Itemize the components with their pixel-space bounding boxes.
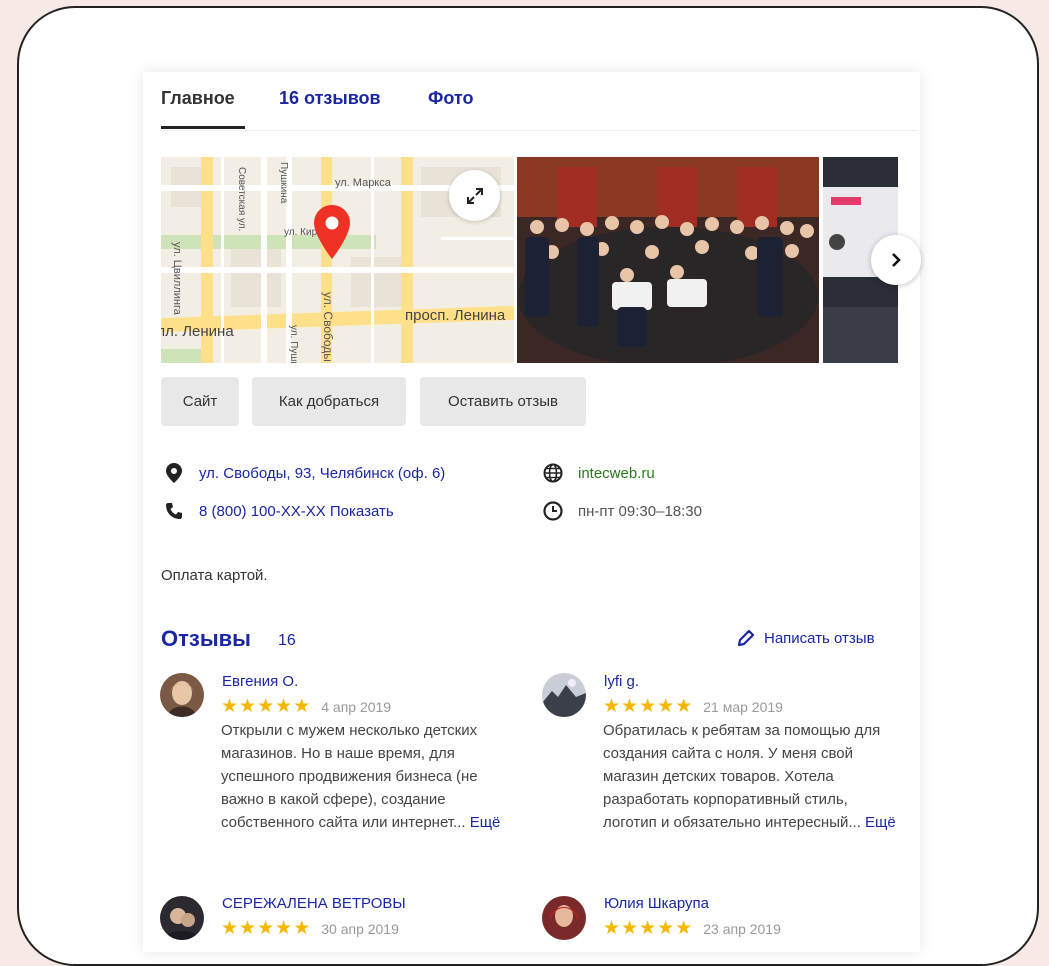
write-review-label: Написать отзыв: [764, 629, 875, 647]
address-link[interactable]: ул. Свободы, 93, Челябинск (оф. 6): [199, 465, 445, 482]
phone-icon: [163, 500, 185, 522]
tab-main[interactable]: Главное: [161, 88, 235, 109]
street-label: пл. Ленина: [161, 323, 234, 340]
street-label: Пушкина: [278, 162, 289, 204]
route-button[interactable]: Как добраться: [252, 377, 406, 426]
star-icon: ★: [657, 696, 675, 717]
review-date: 23 апр 2019: [703, 920, 781, 937]
star-icon: ★: [257, 696, 275, 717]
reviews-count: 16: [278, 632, 296, 649]
payment-info: Оплата картой.: [161, 567, 268, 584]
star-icon: ★: [293, 696, 311, 717]
review-rating: ★ ★ ★ ★ ★ 4 апр 2019: [221, 697, 391, 716]
address-row: ул. Свободы, 93, Челябинск (оф. 6): [163, 462, 445, 484]
star-icon: ★: [675, 918, 693, 939]
expand-map-button[interactable]: [449, 170, 500, 221]
star-icon: ★: [657, 918, 675, 939]
working-hours: пн-пт 09:30–18:30: [578, 502, 702, 520]
write-review-button[interactable]: Написать отзыв: [736, 628, 875, 648]
review-rating: ★ ★ ★ ★ ★ 23 апр 2019: [603, 919, 781, 938]
photo-team[interactable]: [517, 157, 819, 363]
review-rating: ★ ★ ★ ★ ★ 21 мар 2019: [603, 697, 783, 716]
star-icon: ★: [221, 696, 239, 717]
phone-link[interactable]: 8 (800) 100-XX-XX Показать: [199, 503, 394, 520]
location-icon: [163, 462, 185, 484]
star-icon: ★: [675, 696, 693, 717]
team-photo-image: [517, 157, 819, 363]
hours-row: пн-пт 09:30–18:30: [542, 500, 702, 522]
review-body: Обратилась к ребятам за помощью для созд…: [603, 722, 881, 831]
street-label: просп. Ленина: [405, 307, 506, 324]
star-icon: ★: [275, 696, 293, 717]
reviewer-name[interactable]: Евгения О.: [222, 673, 298, 690]
review-more-link[interactable]: Ещё: [470, 814, 501, 831]
reviewer-name[interactable]: СЕРЕЖАЛЕНА ВЕТРОВЫ: [222, 895, 406, 912]
star-icon: ★: [639, 696, 657, 717]
site-button[interactable]: Сайт: [161, 377, 239, 426]
tab-photos[interactable]: Фото: [428, 88, 473, 109]
review-date: 21 мар 2019: [703, 698, 783, 715]
star-icon: ★: [275, 918, 293, 939]
avatar[interactable]: [160, 896, 204, 940]
star-icon: ★: [603, 696, 621, 717]
star-icon: ★: [239, 696, 257, 717]
avatar[interactable]: [542, 896, 586, 940]
website-row: intecweb.ru: [542, 462, 655, 484]
active-tab-indicator: [161, 126, 245, 129]
reviews-title: Отзывы: [161, 626, 251, 651]
star-icon: ★: [603, 918, 621, 939]
street-label: Советская ул.: [236, 167, 247, 232]
chevron-right-icon: [892, 253, 901, 267]
avatar[interactable]: [542, 673, 586, 717]
street-label: ул. Свободы: [321, 292, 335, 362]
street-label: ул. Маркса: [335, 177, 391, 189]
star-icon: ★: [639, 918, 657, 939]
star-icon: ★: [221, 918, 239, 939]
street-label: ул. Цвиллинга: [171, 242, 183, 315]
globe-icon: [542, 462, 564, 484]
star-icon: ★: [293, 918, 311, 939]
photos-next-button[interactable]: [871, 235, 921, 285]
street-label: ул. Пушкина: [288, 325, 299, 363]
clock-icon: [542, 500, 564, 522]
review-date: 4 апр 2019: [321, 698, 392, 715]
review-more-link[interactable]: Ещё: [865, 814, 896, 831]
location-pin-icon[interactable]: [314, 205, 350, 259]
review-rating: ★ ★ ★ ★ ★ 30 апр 2019: [221, 919, 399, 938]
star-icon: ★: [621, 696, 639, 717]
website-link[interactable]: intecweb.ru: [578, 465, 655, 482]
review-text: Обратилась к ребятам за помощью для созд…: [603, 719, 898, 834]
star-icon: ★: [621, 918, 639, 939]
phone-row: 8 (800) 100-XX-XX Показать: [163, 500, 394, 522]
star-icon: ★: [257, 918, 275, 939]
tab-bar: Главное 16 отзывов Фото: [161, 88, 918, 131]
tab-reviews[interactable]: 16 отзывов: [279, 88, 381, 109]
review-text: Открыли с мужем несколько детских магази…: [221, 719, 516, 834]
pencil-icon: [737, 629, 755, 647]
review-date: 30 апр 2019: [321, 920, 399, 937]
reviewer-name[interactable]: Юлия Шкарупа: [604, 895, 709, 912]
leave-review-button[interactable]: Оставить отзыв: [420, 377, 586, 426]
reviewer-name[interactable]: lyfi g.: [604, 673, 639, 690]
review-body: Открыли с мужем несколько детских магази…: [221, 722, 478, 831]
avatar[interactable]: [160, 673, 204, 717]
expand-icon: [466, 187, 483, 204]
star-icon: ★: [239, 918, 257, 939]
